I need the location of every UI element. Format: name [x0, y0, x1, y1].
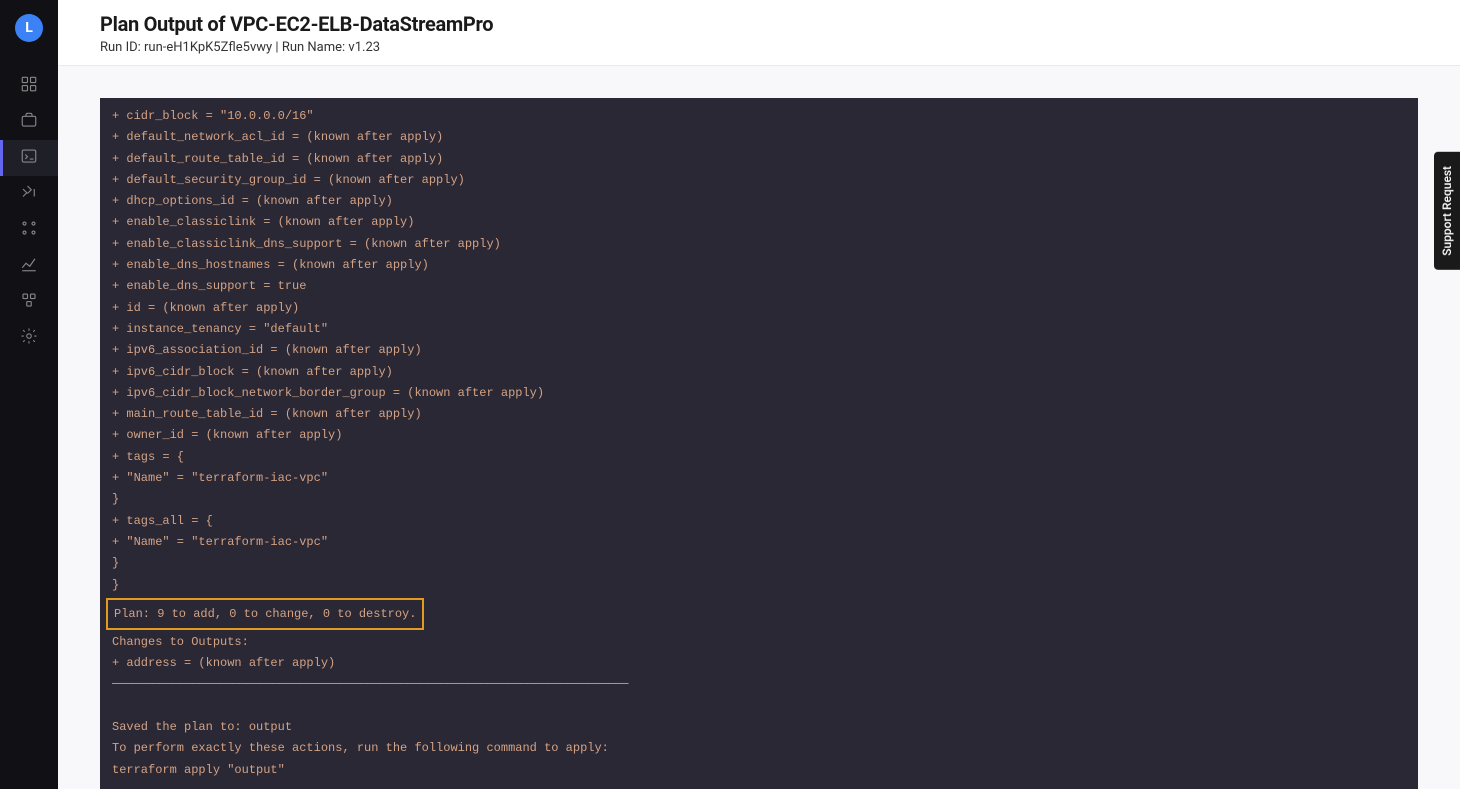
sidebar: L	[0, 0, 58, 789]
stack-icon	[20, 291, 38, 313]
code-line: + ipv6_association_id = (known after app…	[100, 340, 1418, 361]
code-line: + cidr_block = "10.0.0.0/16"	[100, 106, 1418, 127]
page-title: Plan Output of VPC-EC2-ELB-DataStreamPro	[100, 12, 1418, 36]
workflow-icon	[20, 183, 38, 205]
divider-line: ────────────────────────────────────────…	[100, 674, 1418, 695]
apps-icon	[20, 219, 38, 241]
title-prefix: Plan Output of	[100, 12, 230, 36]
code-line: Changes to Outputs:	[100, 632, 1418, 653]
code-line: + address = (known after apply)	[100, 653, 1418, 674]
plan-output-code: + cidr_block = "10.0.0.0/16"+ default_ne…	[100, 98, 1418, 789]
page-subtitle: Run ID: run-eH1KpK5Zfle5vwy | Run Name: …	[100, 40, 1418, 55]
code-line: }	[100, 575, 1418, 596]
nav-output[interactable]	[0, 140, 58, 176]
code-line: + ipv6_cidr_block = (known after apply)	[100, 362, 1418, 383]
code-line: + instance_tenancy = "default"	[100, 319, 1418, 340]
code-line: + dhcp_options_id = (known after apply)	[100, 191, 1418, 212]
logo[interactable]: L	[15, 14, 43, 42]
logo-letter: L	[25, 20, 33, 36]
grid-icon	[20, 75, 38, 97]
nav-settings[interactable]	[0, 320, 58, 356]
terminal-icon	[20, 147, 38, 169]
nav-resources[interactable]	[0, 284, 58, 320]
code-line: + owner_id = (known after apply)	[100, 425, 1418, 446]
code-line: + enable_dns_hostnames = (known after ap…	[100, 255, 1418, 276]
code-line: + tags = {	[100, 447, 1418, 468]
code-line: }	[100, 489, 1418, 510]
chart-icon	[20, 255, 38, 277]
title-name: VPC-EC2-ELB-DataStreamPro	[230, 12, 493, 36]
code-line: + ipv6_cidr_block_network_border_group =…	[100, 383, 1418, 404]
code-line: + "Name" = "terraform-iac-vpc"	[100, 532, 1418, 553]
nav-dashboard[interactable]	[0, 68, 58, 104]
code-line: + default_security_group_id = (known aft…	[100, 170, 1418, 191]
nav-analytics[interactable]	[0, 248, 58, 284]
code-line: + tags_all = {	[100, 511, 1418, 532]
code-line: + default_route_table_id = (known after …	[100, 149, 1418, 170]
briefcase-icon	[20, 111, 38, 133]
code-line	[100, 696, 1418, 717]
gear-icon	[20, 327, 38, 349]
code-line: To perform exactly these actions, run th…	[100, 738, 1418, 759]
code-line: + main_route_table_id = (known after app…	[100, 404, 1418, 425]
code-line: }	[100, 553, 1418, 574]
code-line: + id = (known after apply)	[100, 298, 1418, 319]
nav-apps[interactable]	[0, 212, 58, 248]
code-line: terraform apply "output"	[100, 760, 1418, 781]
plan-summary-highlight: Plan: 9 to add, 0 to change, 0 to destro…	[100, 598, 1418, 630]
main-area: Plan Output of VPC-EC2-ELB-DataStreamPro…	[58, 0, 1460, 789]
code-line: + "Name" = "terraform-iac-vpc"	[100, 468, 1418, 489]
code-line: + enable_dns_support = true	[100, 276, 1418, 297]
code-line: + default_network_acl_id = (known after …	[100, 127, 1418, 148]
content-area[interactable]: + cidr_block = "10.0.0.0/16"+ default_ne…	[58, 66, 1460, 789]
support-request-tab[interactable]: Support Request	[1434, 152, 1460, 270]
code-line: + enable_classiclink = (known after appl…	[100, 212, 1418, 233]
nav-jobs[interactable]	[0, 104, 58, 140]
plan-summary-text: Plan: 9 to add, 0 to change, 0 to destro…	[106, 598, 424, 630]
header: Plan Output of VPC-EC2-ELB-DataStreamPro…	[58, 0, 1460, 66]
code-line: + enable_classiclink_dns_support = (know…	[100, 234, 1418, 255]
nav-pipelines[interactable]	[0, 176, 58, 212]
code-line: Saved the plan to: output	[100, 717, 1418, 738]
